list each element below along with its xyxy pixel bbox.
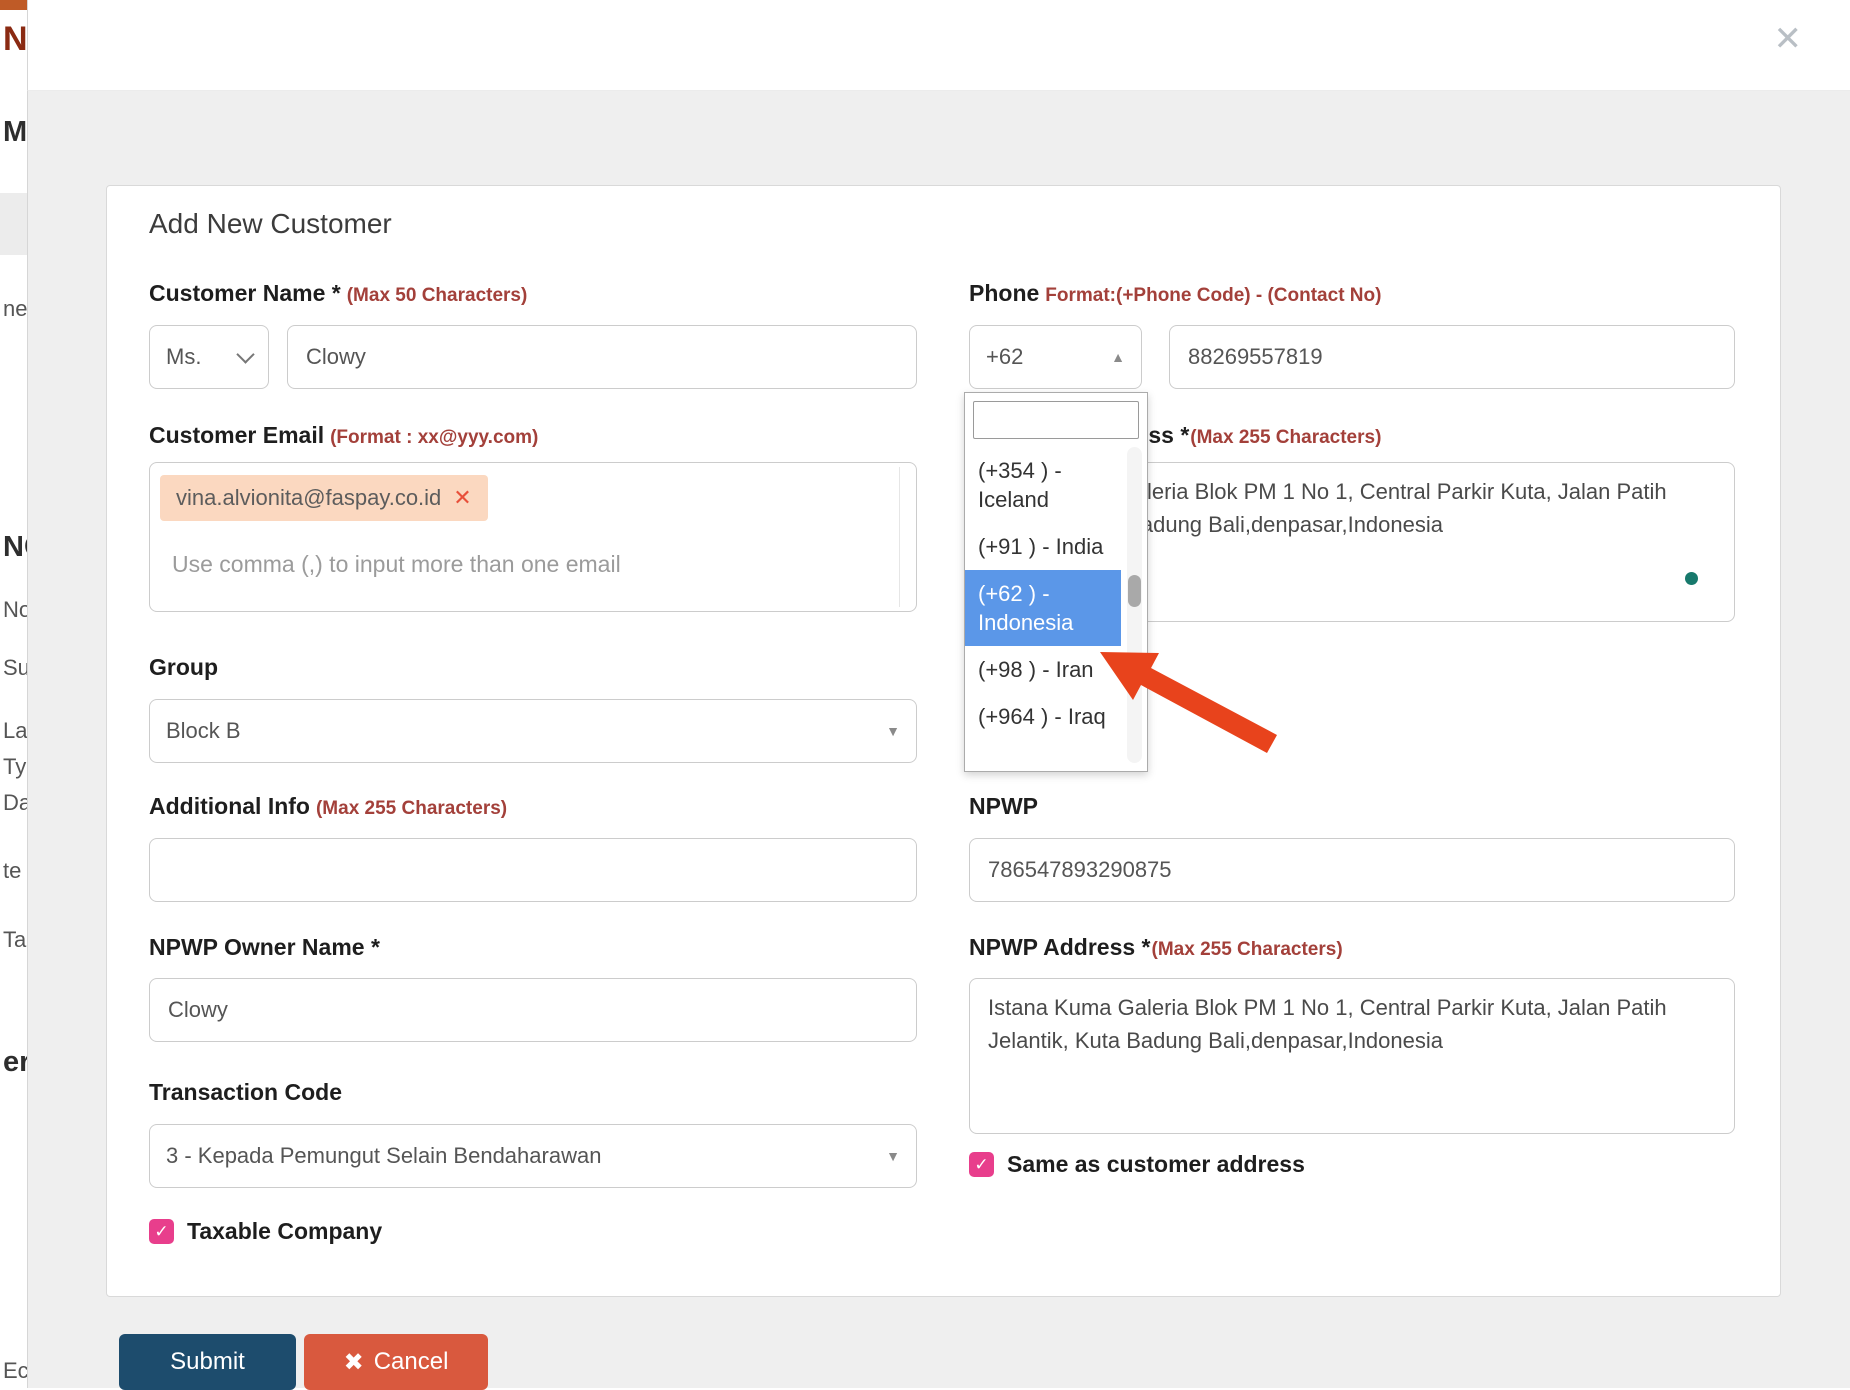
background-page: NC M ner NC No Su La Ty Da te Ta er Ec [0, 0, 27, 1388]
phone-hint: Format:(+Phone Code) - (Contact No) [1045, 285, 1382, 306]
background-text-fragment: Su [3, 655, 27, 680]
same-as-address-label: Same as customer address [1007, 1151, 1305, 1177]
dropdown-option-iran[interactable]: (+98 ) - Iran [965, 646, 1121, 693]
dropdown-option-india[interactable]: (+91 ) - India [965, 523, 1121, 570]
npwp-owner-input[interactable] [149, 978, 917, 1042]
cancel-x-icon: ✖ [343, 1348, 364, 1376]
background-text-fragment: NC [3, 20, 27, 58]
background-table-band [0, 193, 27, 255]
taxable-company-label: Taxable Company [187, 1218, 383, 1244]
add-new-customer-form: Add New Customer Customer Name * (Max 50 … [106, 185, 1781, 1297]
dropdown-scrollbar-thumb[interactable] [1128, 575, 1141, 607]
background-text-fragment: Da [3, 790, 27, 815]
customer-email-label: Customer Email (Format : xx@yyy.com) [149, 422, 538, 449]
customer-email-label-text: Customer Email [149, 422, 325, 448]
background-text-fragment: Ty [3, 754, 27, 779]
npwp-owner-label: NPWP Owner Name * [149, 934, 380, 961]
email-placeholder: Use comma (,) to input more than one ema… [172, 551, 621, 577]
background-header-bar [0, 0, 27, 10]
customer-address-hint: (Max 255 Characters) [1190, 427, 1382, 448]
phone-code-select[interactable]: +62 ▲ [969, 325, 1142, 389]
modal-body: Add New Customer Customer Name * (Max 50 … [27, 90, 1850, 1390]
taxable-company-row: ✓ Taxable Company [149, 1218, 382, 1245]
caret-down-icon: ▼ [886, 723, 900, 739]
caret-down-icon: ▼ [886, 1148, 900, 1164]
background-text-fragment: No [3, 597, 27, 622]
npwp-owner-label-text: NPWP Owner Name * [149, 934, 380, 960]
customer-name-input[interactable] [287, 325, 917, 389]
group-select[interactable]: Block B ▼ [149, 699, 917, 763]
group-label: Group [149, 654, 218, 681]
customer-email-hint: (Format : xx@yyy.com) [330, 427, 539, 448]
customer-name-label-text: Customer Name * [149, 280, 341, 306]
npwp-label: NPWP [969, 793, 1038, 820]
same-as-address-row: ✓ Same as customer address [969, 1151, 1305, 1178]
background-text-fragment: Ec [3, 1358, 27, 1383]
salutation-select[interactable]: Ms. [149, 325, 269, 389]
npwp-address-label-text: NPWP Address * [969, 934, 1151, 960]
group-label-text: Group [149, 654, 218, 680]
background-text-fragment: er [3, 1046, 27, 1078]
transaction-code-label: Transaction Code [149, 1079, 342, 1106]
phone-label-text: Phone [969, 280, 1040, 306]
additional-info-label: Additional Info (Max 255 Characters) [149, 793, 507, 820]
phone-label: Phone Format:(+Phone Code) - (Contact No) [969, 280, 1381, 307]
checkmark-icon: ✓ [154, 1221, 169, 1241]
phone-number-input[interactable] [1169, 325, 1735, 389]
taxable-company-checkbox[interactable]: ✓ [149, 1219, 174, 1244]
background-text-fragment: te [3, 858, 22, 883]
npwp-address-hint: (Max 255 Characters) [1151, 939, 1343, 960]
transaction-code-label-text: Transaction Code [149, 1079, 342, 1105]
dropdown-option-indonesia[interactable]: (+62 ) - Indonesia [965, 570, 1121, 647]
npwp-address-label: NPWP Address *(Max 255 Characters) [969, 934, 1343, 961]
background-text-fragment: Ta [3, 927, 27, 952]
customer-email-input[interactable]: vina.alvionita@faspay.co.id ✕ Use comma … [149, 462, 917, 612]
dropdown-option-iceland[interactable]: (+354 ) - Iceland [965, 447, 1121, 523]
caret-up-icon: ▲ [1111, 349, 1125, 365]
additional-info-hint: (Max 255 Characters) [315, 798, 508, 819]
npwp-label-text: NPWP [969, 793, 1038, 819]
background-text-fragment: M [3, 116, 27, 148]
phone-code-dropdown: (+354 ) - Iceland (+91 ) - India (+62 ) … [964, 392, 1148, 772]
dropdown-option-list: (+354 ) - Iceland (+91 ) - India (+62 ) … [965, 447, 1147, 740]
customer-name-hint: (Max 50 Characters) [346, 285, 528, 306]
remove-email-icon[interactable]: ✕ [453, 485, 471, 511]
cancel-button-label: Cancel [373, 1348, 449, 1375]
dropdown-option-iraq[interactable]: (+964 ) - Iraq [965, 693, 1121, 740]
npwp-input[interactable] [969, 838, 1735, 902]
checkmark-icon: ✓ [974, 1154, 989, 1174]
cancel-button[interactable]: ✖ Cancel [304, 1334, 488, 1390]
background-text-fragment: La [3, 718, 27, 743]
email-tag: vina.alvionita@faspay.co.id ✕ [160, 475, 488, 521]
background-text-fragment: ner [3, 296, 27, 321]
additional-info-input[interactable] [149, 838, 917, 902]
salutation-value: Ms. [166, 344, 202, 369]
npwp-address-textarea[interactable]: Istana Kuma Galeria Blok PM 1 No 1, Cent… [969, 978, 1735, 1134]
submit-button-label: Submit [170, 1348, 245, 1375]
email-tag-text: vina.alvionita@faspay.co.id [176, 485, 442, 510]
teal-dot-indicator [1685, 572, 1698, 585]
background-text-fragment: NC [3, 531, 27, 563]
customer-name-label: Customer Name * (Max 50 Characters) [149, 280, 527, 307]
modal-header: ✕ [27, 0, 1850, 91]
submit-button[interactable]: Submit [119, 1334, 296, 1390]
chevron-down-icon [236, 344, 255, 364]
transaction-code-select[interactable]: 3 - Kepada Pemungut Selain Bendaharawan … [149, 1124, 917, 1188]
group-value: Block B [166, 718, 241, 743]
additional-info-label-text: Additional Info [149, 793, 310, 819]
dropdown-scrollbar[interactable] [1127, 447, 1142, 763]
same-as-address-checkbox[interactable]: ✓ [969, 1152, 994, 1177]
close-icon[interactable]: ✕ [1774, 22, 1803, 56]
page-title: Add New Customer [149, 208, 392, 239]
phone-code-value: +62 [986, 344, 1024, 369]
transaction-code-value: 3 - Kepada Pemungut Selain Bendaharawan [166, 1143, 602, 1168]
dropdown-search-input[interactable] [973, 401, 1139, 439]
email-box-scrollbar [899, 467, 900, 607]
